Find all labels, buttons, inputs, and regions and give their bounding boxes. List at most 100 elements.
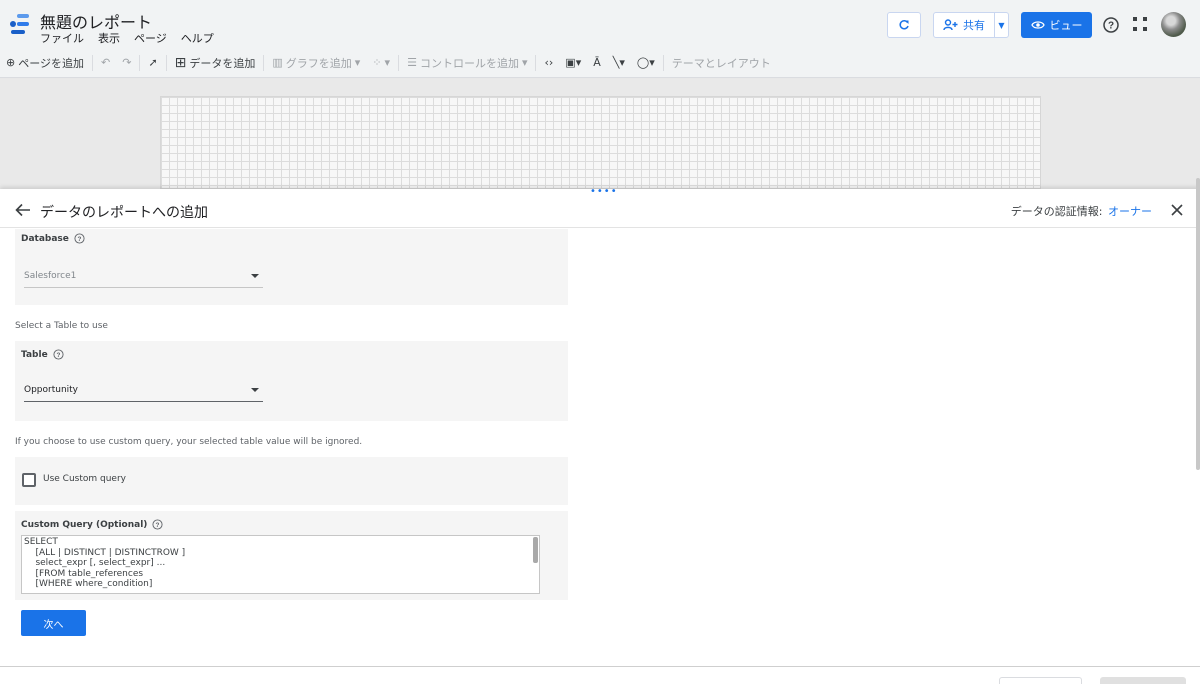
query-line: select_expr [, select_expr] ... — [24, 558, 166, 568]
canvas-area — [0, 79, 1200, 189]
table-value: Opportunity — [24, 385, 79, 395]
avatar[interactable] — [1161, 12, 1186, 37]
use-custom-query-checkbox[interactable] — [22, 473, 36, 487]
apps-grid-icon[interactable] — [1133, 17, 1147, 31]
add-page-label: ページを追加 — [18, 56, 84, 70]
svg-text:?: ? — [1108, 21, 1114, 32]
add-control-label: コントロールを追加 — [419, 56, 519, 70]
toolbar-divider — [92, 54, 93, 71]
share-button[interactable]: 共有 ▼ — [933, 12, 1009, 38]
refresh-icon — [899, 20, 909, 30]
add-data-icon: ⊞ — [174, 54, 187, 71]
panel-resize-handle[interactable]: •••• — [590, 187, 618, 197]
database-card: Database ? Salesforce1 — [15, 229, 568, 305]
add-data-label: データを追加 — [189, 56, 256, 70]
database-select[interactable]: Salesforce1 — [24, 266, 263, 288]
help-icon[interactable]: ? — [1102, 16, 1120, 34]
footer-divider — [0, 666, 1200, 667]
add-data-button[interactable]: ⊞ データを追加 — [169, 55, 262, 71]
panel-title: データのレポートへの追加 — [40, 205, 208, 221]
image-icon: ▣▾ — [565, 56, 582, 69]
query-line: SELECT — [24, 537, 58, 547]
add-page-button[interactable]: ⊕ ページを追加 — [0, 55, 90, 71]
data-credentials: データの認証情報: オーナー — [1011, 203, 1152, 219]
help-icon[interactable]: ? — [152, 519, 163, 530]
redo-icon: ↷ — [122, 56, 132, 69]
share-label: 共有 — [963, 19, 985, 32]
redo-button[interactable]: ↷ — [116, 56, 137, 69]
theme-layout-label: テーマとレイアウト — [671, 56, 771, 70]
footer-secondary-button[interactable] — [999, 677, 1082, 684]
custom-query-label: Custom Query (Optional) — [21, 519, 148, 530]
community-viz-button[interactable]: ⁘ ▾ — [366, 56, 396, 69]
add-chart-button[interactable]: ▥ グラフを追加 ▾ — [266, 55, 366, 71]
database-label: Database — [21, 233, 69, 244]
undo-icon: ↶ — [101, 56, 111, 69]
next-button[interactable]: 次へ — [21, 610, 86, 636]
footer-primary-button[interactable] — [1100, 677, 1186, 684]
line-button[interactable]: ╲▾ — [607, 56, 631, 69]
data-studio-logo-icon[interactable] — [8, 12, 32, 36]
add-circle-icon: ⊕ — [6, 56, 16, 69]
share-dropdown-arrow-icon[interactable]: ▼ — [994, 13, 1008, 37]
table-instructions: Select a Table to use — [15, 321, 108, 331]
textarea-scrollbar[interactable] — [533, 537, 538, 563]
table-label: Table — [21, 349, 48, 360]
text-box-icon: Ā — [593, 56, 601, 69]
svg-text:?: ? — [156, 522, 160, 529]
line-icon: ╲▾ — [612, 56, 625, 69]
view-button[interactable]: ビュー — [1021, 12, 1092, 38]
chevron-down-icon: ▾ — [521, 56, 528, 69]
dropdown-arrow-icon — [251, 274, 259, 278]
custom-query-note: If you choose to use custom query, your … — [15, 437, 363, 447]
table-select[interactable]: Opportunity — [24, 380, 263, 402]
chart-icon: ▥ — [272, 56, 283, 69]
custom-query-textarea[interactable]: SELECT [ALL | DISTINCT | DISTINCTROW ] s… — [21, 535, 540, 594]
add-chart-label: グラフを追加 — [285, 56, 352, 70]
help-icon[interactable]: ? — [74, 233, 85, 244]
menu-view[interactable]: 表示 — [98, 30, 120, 46]
panel-scrollbar[interactable] — [1196, 178, 1200, 470]
toolbar: ⊕ ページを追加 ↶ ↷ ➚ ⊞ データを追加 ▥ グラフを追加 ▾ ⁘ ▾ ☰… — [0, 48, 1200, 78]
custom-query-card: Custom Query (Optional) ? SELECT [ALL | … — [15, 511, 568, 600]
back-arrow-icon[interactable] — [15, 203, 31, 217]
toolbar-divider — [165, 54, 167, 71]
toolbar-divider — [535, 54, 537, 71]
use-custom-query-card: Use Custom query — [15, 457, 568, 505]
menu-help[interactable]: ヘルプ — [181, 30, 214, 46]
close-icon[interactable] — [1171, 204, 1183, 216]
shape-icon: ◯▾ — [636, 56, 655, 69]
svg-text:?: ? — [77, 236, 81, 243]
svg-text:?: ? — [56, 352, 60, 359]
table-label-row: Table ? — [21, 349, 64, 360]
view-label: ビュー — [1049, 19, 1083, 32]
refresh-button[interactable] — [887, 12, 921, 38]
text-button[interactable]: Ā — [587, 56, 607, 69]
report-canvas-grid[interactable] — [160, 96, 1041, 189]
theme-layout-button[interactable]: テーマとレイアウト — [666, 55, 777, 71]
code-icon: ‹› — [544, 56, 554, 69]
cursor-icon: ➚ — [148, 56, 158, 69]
toolbar-divider — [263, 54, 265, 71]
menu-page[interactable]: ページ — [134, 30, 167, 46]
undo-button[interactable]: ↶ — [95, 56, 116, 69]
widgets-icon: ⁘ — [372, 56, 382, 69]
filter-icon: ☰ — [407, 56, 417, 69]
menu-file[interactable]: ファイル — [40, 30, 84, 46]
eye-icon — [1030, 21, 1045, 29]
embed-url-button[interactable]: ‹› — [538, 56, 559, 69]
chevron-down-icon: ▾ — [384, 56, 391, 69]
shape-button[interactable]: ◯▾ — [631, 56, 661, 69]
toolbar-divider — [139, 54, 141, 71]
toolbar-divider — [398, 54, 400, 71]
add-control-button[interactable]: ☰ コントロールを追加 ▾ — [401, 55, 533, 71]
credentials-owner-link[interactable]: オーナー — [1108, 205, 1152, 218]
query-line: [WHERE where_condition] — [24, 579, 153, 589]
select-tool-button[interactable]: ➚ — [142, 56, 163, 69]
menu-bar: ファイル 表示 ページ ヘルプ — [40, 30, 214, 46]
image-button[interactable]: ▣▾ — [559, 56, 587, 69]
use-custom-query-label[interactable]: Use Custom query — [43, 474, 126, 484]
app-header: 無題のレポート ファイル 表示 ページ ヘルプ 共有 ▼ ビュー ? — [0, 0, 1200, 48]
help-icon[interactable]: ? — [53, 349, 64, 360]
query-line: [FROM table_references — [24, 568, 144, 579]
